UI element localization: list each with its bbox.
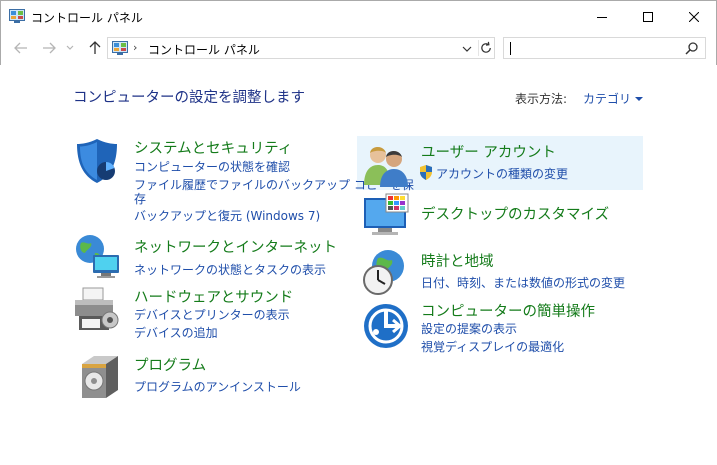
window-title: コントロール パネル xyxy=(31,11,143,25)
search-icon[interactable] xyxy=(685,41,699,55)
link-network-status-tasks[interactable]: ネットワークの状態とタスクの表示 xyxy=(134,261,326,278)
link-change-date-time-format[interactable]: 日付、時刻、または数値の形式の変更 xyxy=(421,274,625,291)
up-button[interactable] xyxy=(85,39,105,57)
address-bar[interactable]: › コントロール パネル xyxy=(107,37,495,59)
desktop-customize-icon[interactable] xyxy=(362,192,410,240)
link-uninstall-program[interactable]: プログラムのアンインストール xyxy=(134,378,301,395)
shield-icon[interactable] xyxy=(73,137,121,185)
up-arrow-icon xyxy=(89,41,101,54)
view-by-dropdown[interactable]: カテゴリ xyxy=(583,90,644,107)
uac-shield-icon xyxy=(420,165,432,180)
forward-button[interactable] xyxy=(39,39,59,57)
link-add-device[interactable]: デバイスの追加 xyxy=(134,324,218,341)
maximize-button[interactable] xyxy=(625,1,671,32)
chevron-down-icon[interactable] xyxy=(460,42,474,56)
link-change-account-type[interactable]: アカウントの種類の変更 xyxy=(436,165,568,182)
back-button[interactable] xyxy=(11,39,31,57)
link-suggested-settings[interactable]: 設定の提案の表示 xyxy=(421,320,517,337)
recent-locations-button[interactable] xyxy=(63,39,77,57)
link-optimize-display[interactable]: 視覚ディスプレイの最適化 xyxy=(421,338,564,355)
close-icon xyxy=(689,11,699,22)
link-backup-restore-win7[interactable]: バックアップと復元 (Windows 7) xyxy=(134,207,320,224)
refresh-icon[interactable] xyxy=(478,40,494,56)
navigation-bar: › コントロール パネル xyxy=(0,31,717,65)
link-file-history-backup-cont[interactable]: 存 xyxy=(134,190,146,207)
link-check-computer-status[interactable]: コンピューターの状態を確認 xyxy=(134,158,290,175)
page-title: コンピューターの設定を調整します xyxy=(73,90,305,106)
category-title-network[interactable]: ネットワークとインターネット xyxy=(134,236,337,257)
printer-icon[interactable] xyxy=(73,286,121,334)
minimize-button[interactable] xyxy=(579,1,625,32)
forward-arrow-icon xyxy=(43,42,56,54)
breadcrumb-separator[interactable]: › xyxy=(133,41,137,54)
clock-globe-icon[interactable] xyxy=(362,248,410,296)
category-title-system-security[interactable]: システムとセキュリティ xyxy=(134,137,292,158)
minimize-icon xyxy=(597,16,607,18)
category-title-clock-region[interactable]: 時計と地域 xyxy=(421,250,494,271)
user-accounts-icon[interactable] xyxy=(362,141,410,189)
search-box[interactable] xyxy=(503,37,706,59)
category-title-appearance[interactable]: デスクトップのカスタマイズ xyxy=(421,203,609,224)
chevron-down-icon xyxy=(66,45,74,50)
back-arrow-icon xyxy=(14,42,27,54)
dropdown-triangle-icon xyxy=(635,96,644,101)
search-input[interactable] xyxy=(508,40,678,56)
programs-box-icon[interactable] xyxy=(78,352,126,400)
breadcrumb-control-panel[interactable]: コントロール パネル xyxy=(148,41,260,58)
category-title-programs[interactable]: プログラム xyxy=(134,354,206,375)
view-by-label: 表示方法: xyxy=(515,92,568,106)
category-title-ease-of-access[interactable]: コンピューターの簡単操作 xyxy=(421,300,595,321)
control-panel-icon xyxy=(112,41,128,55)
close-button[interactable] xyxy=(671,1,717,32)
link-devices-printers[interactable]: デバイスとプリンターの表示 xyxy=(134,306,290,323)
ease-of-access-icon[interactable] xyxy=(362,302,410,350)
network-globe-icon[interactable] xyxy=(73,233,121,281)
category-title-hardware-sound[interactable]: ハードウェアとサウンド xyxy=(134,286,293,307)
maximize-icon xyxy=(643,11,653,22)
category-title-user-accounts[interactable]: ユーザー アカウント xyxy=(421,141,556,162)
title-bar: コントロール パネル xyxy=(0,0,717,31)
view-by-value: カテゴリ xyxy=(583,92,632,106)
text-caret xyxy=(510,42,511,55)
control-panel-icon xyxy=(9,9,25,23)
